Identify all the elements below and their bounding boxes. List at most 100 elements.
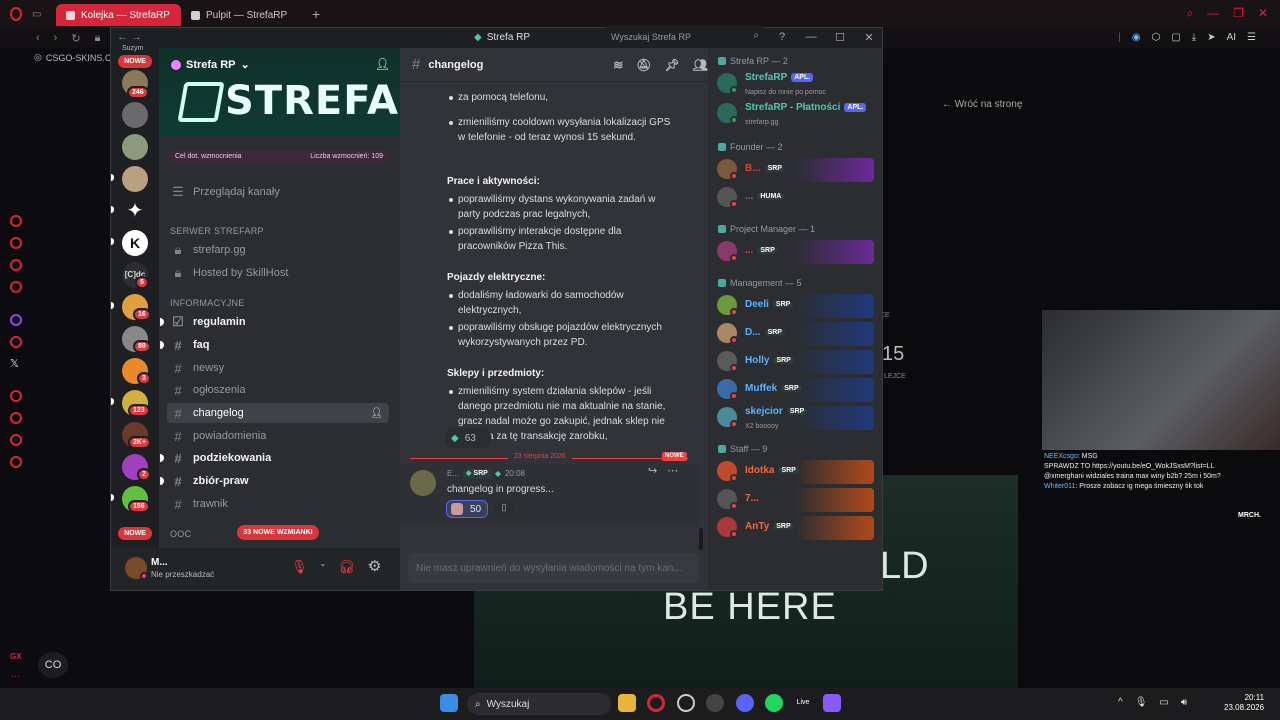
app-icon[interactable] <box>706 694 724 712</box>
reaction-button[interactable]: ◆ 63 <box>445 428 491 448</box>
member-row[interactable]: D... SRP <box>716 322 874 346</box>
invite-user-icon[interactable]: 👤︎ <box>375 57 390 71</box>
member-row[interactable]: StrefaRP - Płatności APL. strefarp.gg <box>716 102 874 126</box>
more-icon[interactable]: ⋯ <box>667 463 678 480</box>
member-row[interactable]: skejcior SRP X2 booooy <box>716 406 874 430</box>
channel-powiadomienia[interactable]: # powiadomienia <box>167 426 389 446</box>
ai-button[interactable]: AI <box>1227 32 1236 43</box>
sidebar-app-icon[interactable] <box>10 390 22 402</box>
member-row[interactable]: StrefaRP APL. Napisz do mnie po pomoc <box>716 72 874 96</box>
member-row[interactable]: Muffek SRP <box>716 378 874 402</box>
chevron-down-icon[interactable]: ⌄ <box>320 559 327 575</box>
scrollbar-thumb[interactable] <box>699 528 703 550</box>
threads-icon[interactable]: ≋ <box>613 58 623 72</box>
bookmark-icon[interactable]: ▯ <box>494 501 514 517</box>
snapshot-icon[interactable]: ▢ <box>1171 32 1180 43</box>
share-icon[interactable]: ➤ <box>1207 32 1215 43</box>
sidebar-app-icon[interactable] <box>10 412 22 424</box>
server-icon-4[interactable] <box>122 166 148 192</box>
sidebar-app-icon[interactable] <box>10 215 22 227</box>
server-icon-3[interactable] <box>122 134 148 160</box>
bookmark-csgo-skins[interactable]: CSGO-SKINS.CO <box>46 53 119 63</box>
member-row[interactable]: 7... <box>716 488 874 512</box>
forward-icon[interactable]: ↪ <box>648 463 657 480</box>
mic-icon[interactable]: 🎙︎ <box>1135 697 1148 708</box>
member-row[interactable]: Holly SRP <box>716 350 874 374</box>
member-row[interactable]: AnTy SRP <box>716 516 874 540</box>
back-arrow-icon[interactable]: ← <box>117 31 128 43</box>
server-icon-2[interactable] <box>122 102 148 128</box>
user-status[interactable]: Nie przeszkadzać <box>151 570 214 579</box>
taskbar-search[interactable]: ⌕ Wyszukaj <box>467 693 611 715</box>
reload-icon[interactable]: ↻ <box>71 32 80 45</box>
x-twitter-icon[interactable]: 𝕏 <box>10 357 19 370</box>
help-icon[interactable]: ? <box>775 31 789 44</box>
channel-podziekowania[interactable]: # podziekowania <box>160 448 389 468</box>
server-name[interactable]: Strefa RP ⌄ <box>171 58 250 71</box>
channel-zbior-praw[interactable]: # zbiór-praw <box>160 471 389 491</box>
volume-icon[interactable]: 🔊︎ <box>1181 697 1187 708</box>
browser-tab-pulpit[interactable]: Pulpit — StrefaRP <box>181 4 306 26</box>
new-tab-button[interactable]: + <box>312 6 320 22</box>
member-row[interactable]: ... HUMA <box>716 186 874 210</box>
new-unread-pill-top[interactable]: NOWE <box>118 55 152 68</box>
more-icon[interactable]: ··· <box>11 671 20 681</box>
close-icon[interactable]: ✕ <box>1258 6 1268 21</box>
sidebar-app-icon[interactable] <box>10 237 22 249</box>
extensions-icon[interactable]: ⬡ <box>1152 32 1161 43</box>
member-list-icon[interactable]: 👥︎ <box>693 58 708 72</box>
live-app-icon[interactable]: Live <box>794 694 812 712</box>
forward-arrow-icon[interactable]: → <box>131 31 142 43</box>
server-icon-6[interactable]: K <box>122 230 148 256</box>
reaction-button[interactable]: 50 <box>446 500 488 518</box>
sidebar-app-icon[interactable] <box>10 259 22 271</box>
discord-icon[interactable] <box>736 694 754 712</box>
invite-icon[interactable]: 👤︎ <box>370 408 383 419</box>
member-row[interactable]: Deeli SRP <box>716 294 874 318</box>
server-banner[interactable]: Strefa RP ⌄ 👤︎ STREFA <box>159 48 400 136</box>
mute-bell-icon[interactable]: 🔕︎ <box>636 58 651 72</box>
windows-start-icon[interactable] <box>440 694 458 712</box>
file-explorer-icon[interactable] <box>618 694 636 712</box>
browser-tab-kolejka[interactable]: Kolejka — StrefaRP <box>56 4 181 26</box>
sidebar-app-icon[interactable] <box>10 281 22 293</box>
minimize-icon[interactable]: — <box>1207 6 1219 21</box>
category-ooc[interactable]: OOC <box>170 529 191 539</box>
taskbar-clock[interactable]: 20:11 23.08.2026 <box>1224 693 1264 714</box>
scrollbar[interactable] <box>699 98 705 550</box>
server-icon-5[interactable]: ✦ <box>122 198 148 224</box>
channel-ogloszenia[interactable]: # ogłoszenia <box>167 380 389 400</box>
sidebar-app-icon[interactable] <box>10 434 22 446</box>
message-author[interactable]: E... <box>447 468 459 480</box>
tab-workspace-icon[interactable]: ▭ <box>32 9 56 20</box>
channel-hosted[interactable]: 🔒︎ Hosted by SkillHost <box>167 263 389 283</box>
channel-trawnik[interactable]: # trawnik <box>167 494 389 514</box>
category-serwer[interactable]: SERWER STREFARP <box>170 226 264 236</box>
audio-icon[interactable]: ◉ <box>1132 32 1141 43</box>
app-icon[interactable] <box>677 694 695 712</box>
pin-icon[interactable]: 📌︎ <box>665 58 680 72</box>
headphones-muted-icon[interactable]: 🎧︎ <box>338 559 355 575</box>
app-icon[interactable] <box>823 694 841 712</box>
menu-icon[interactable]: ☰ <box>1247 32 1256 43</box>
user-name[interactable]: M... <box>151 557 168 568</box>
maximize-icon[interactable]: ☐ <box>833 31 847 44</box>
search-icon[interactable]: ⌕ <box>1186 6 1193 21</box>
back-icon[interactable]: ‹ <box>36 32 40 44</box>
gx-icon[interactable]: GX <box>10 652 22 661</box>
member-row[interactable]: Idotka SRP <box>716 460 874 484</box>
message[interactable]: E... ◆ SRP ◆ 20:08 changelog in progress.… <box>400 464 700 524</box>
sidebar-app-icon[interactable] <box>10 336 22 348</box>
back-to-site-link[interactable]: ← Wróć na stronę <box>942 99 1022 110</box>
avatar[interactable] <box>410 470 436 496</box>
network-icon[interactable]: ▭ <box>1159 697 1168 708</box>
channel-newsy[interactable]: # newsy <box>167 358 389 378</box>
channel-changelog[interactable]: # changelog 👤︎ <box>167 403 389 423</box>
mic-muted-icon[interactable]: 🎙︎ <box>291 559 308 575</box>
new-unread-pill-bottom[interactable]: NOWE <box>118 527 152 540</box>
channel-faq[interactable]: # faq <box>160 335 389 355</box>
search-input[interactable]: Wyszukaj Strefa RP ⌕ <box>605 26 765 48</box>
spotify-icon[interactable] <box>765 694 783 712</box>
member-row[interactable]: B... SRP <box>716 158 874 182</box>
channel-regulamin[interactable]: ☑ regulamin <box>160 312 389 332</box>
